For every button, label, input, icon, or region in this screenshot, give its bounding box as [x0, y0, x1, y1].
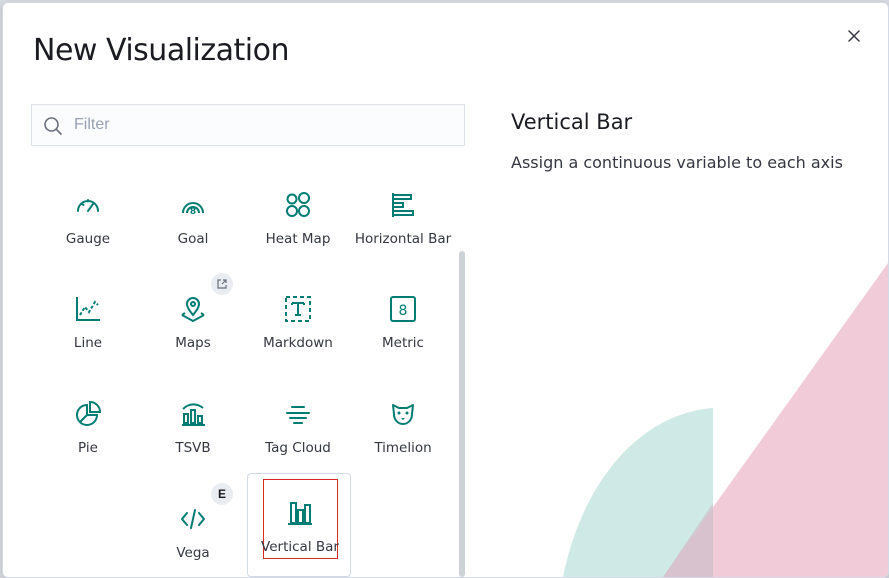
code-icon [181, 509, 205, 529]
type-card-vega[interactable]: E Vega [141, 483, 245, 577]
type-card-line[interactable]: Line [36, 275, 140, 375]
line-chart-icon [76, 297, 100, 321]
type-label: Horizontal Bar [354, 231, 452, 247]
markdown-icon [285, 296, 311, 322]
type-label: Maps [175, 335, 211, 351]
type-card-tsvb[interactable]: TSVB [141, 380, 245, 480]
experimental-badge: E [211, 483, 233, 505]
type-card-vertical-bar[interactable]: Vertical Bar [247, 473, 351, 577]
visualization-type-grid: Gauge 8 Goal Heat Map Horizontal Bar Lin… [31, 163, 457, 577]
type-label: TSVB [175, 440, 211, 456]
svg-text:8: 8 [399, 303, 408, 319]
type-card-goal[interactable]: 8 Goal [141, 171, 245, 271]
description-title: Vertical Bar [511, 110, 633, 134]
vertical-bar-icon [288, 502, 312, 525]
filter-search-box[interactable] [31, 104, 465, 146]
decorative-illustration [563, 263, 888, 577]
horizontal-bar-icon [392, 193, 414, 217]
type-label: Metric [382, 335, 424, 351]
svg-text:8: 8 [190, 207, 196, 217]
new-visualization-modal: New Visualization Gauge 8 Goal Heat Map … [2, 2, 889, 578]
gauge-icon [77, 199, 99, 212]
timelion-icon [392, 404, 414, 425]
search-icon [44, 117, 62, 135]
maps-icon [181, 297, 205, 323]
description-text: Assign a continuous variable to each axi… [511, 153, 843, 172]
tsvb-icon [182, 403, 205, 426]
type-card-tag-cloud[interactable]: Tag Cloud [246, 380, 350, 480]
type-card-maps[interactable]: Maps [141, 273, 245, 375]
type-label: Tag Cloud [265, 440, 331, 456]
close-icon[interactable] [843, 25, 865, 47]
type-card-gauge[interactable]: Gauge [36, 171, 140, 271]
pie-chart-icon [76, 400, 102, 426]
modal-title: New Visualization [33, 33, 289, 68]
type-card-metric[interactable]: 8 Metric [351, 275, 455, 375]
type-card-pie[interactable]: Pie [36, 380, 140, 480]
type-card-heat-map[interactable]: Heat Map [246, 171, 350, 271]
type-card-markdown[interactable]: Markdown [246, 275, 350, 375]
external-link-icon [211, 273, 233, 295]
type-label: Goal [177, 231, 209, 247]
type-card-horizontal-bar[interactable]: Horizontal Bar [351, 171, 455, 271]
type-label: Timelion [374, 440, 432, 456]
goal-icon: 8 [182, 202, 204, 217]
type-label: Gauge [65, 231, 111, 247]
type-card-timelion[interactable]: Timelion [351, 380, 455, 480]
type-label: Vertical Bar [261, 539, 339, 555]
type-label: Pie [78, 440, 98, 456]
heatmap-icon [286, 192, 310, 217]
type-label: Heat Map [265, 231, 331, 247]
grid-scrollbar[interactable] [459, 251, 465, 577]
type-label: Vega [176, 545, 210, 561]
type-label: Line [73, 335, 103, 351]
type-label: Markdown [263, 335, 333, 351]
filter-input[interactable] [74, 105, 454, 145]
tag-cloud-icon [286, 406, 310, 424]
metric-icon: 8 [390, 296, 416, 322]
